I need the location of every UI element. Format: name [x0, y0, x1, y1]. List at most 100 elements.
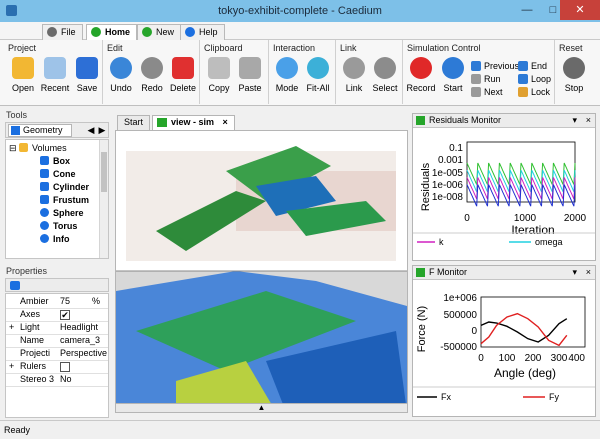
- paste-label: Paste: [238, 83, 262, 93]
- delete-button[interactable]: Delete: [168, 57, 198, 93]
- f-ylabel: Force (N): [416, 306, 428, 352]
- property-value: No: [60, 374, 72, 384]
- tab-help[interactable]: Help: [180, 24, 225, 40]
- copy-button[interactable]: Copy: [204, 57, 234, 93]
- group-project: Project Open Recent Save: [4, 40, 103, 104]
- property-value: Perspective: [60, 348, 108, 358]
- residuals-monitor-title: Residuals Monitor: [429, 115, 502, 125]
- delete-x-icon: [172, 57, 194, 79]
- rulers-checkbox[interactable]: [60, 362, 70, 372]
- recent-button[interactable]: Recent: [40, 57, 70, 93]
- redo-button[interactable]: Redo: [137, 57, 167, 93]
- volumes-label: Volumes: [32, 143, 67, 153]
- zoom-fit-icon: [307, 57, 329, 79]
- tree-item-frustum[interactable]: Frustum: [40, 195, 89, 205]
- tab-file[interactable]: File: [42, 24, 83, 40]
- dropdown-icon[interactable]: ▾: [572, 114, 577, 127]
- lock-button[interactable]: Lock: [518, 86, 550, 98]
- residuals-xtick: 0: [464, 213, 470, 224]
- help-icon: [185, 27, 195, 37]
- property-row[interactable]: + Light Headlight: [6, 322, 108, 335]
- minimize-button[interactable]: —: [514, 0, 540, 20]
- close-button[interactable]: ✕: [560, 0, 600, 20]
- axes-checkbox[interactable]: ✔: [60, 310, 70, 320]
- residuals-ytick: 1e-005: [432, 168, 464, 179]
- tab-close-icon[interactable]: ×: [223, 117, 228, 127]
- residuals-ytick: 1e-006: [432, 180, 464, 191]
- file-icon: [47, 27, 57, 37]
- frustum-icon: [40, 195, 49, 204]
- run-label: Run: [484, 74, 501, 84]
- viewport-expand-handle[interactable]: ▲: [115, 403, 408, 413]
- group-reset-title: Reset: [559, 43, 583, 53]
- group-simulation-control: Simulation Control Record Start Previous…: [403, 40, 555, 104]
- previous-button[interactable]: Previous: [471, 60, 519, 72]
- dropdown-icon[interactable]: ▾: [572, 266, 577, 279]
- stop-label: Stop: [564, 83, 584, 93]
- save-button[interactable]: Save: [72, 57, 102, 93]
- f-monitor-header: F Monitor ▾ ×: [413, 266, 595, 280]
- property-row[interactable]: Ambier 75%: [6, 296, 108, 309]
- loop-button[interactable]: Loop: [518, 73, 551, 85]
- group-interaction: Interaction Mode Fit-All: [269, 40, 336, 104]
- tree-item-box[interactable]: Box: [40, 156, 70, 166]
- property-row[interactable]: + Rulers: [6, 361, 108, 374]
- paste-icon: [239, 57, 261, 79]
- viewport-3d[interactable]: [115, 130, 408, 413]
- tab-start[interactable]: Start: [117, 115, 151, 130]
- ribbon: Project Open Recent Save Edit Undo Redo …: [0, 40, 600, 106]
- lock-icon: [518, 87, 528, 97]
- expand-icon[interactable]: +: [9, 361, 14, 371]
- mode-button[interactable]: Mode: [272, 57, 302, 93]
- property-row[interactable]: Name camera_3: [6, 335, 108, 348]
- stop-button[interactable]: Stop: [559, 57, 589, 93]
- property-value: camera_3: [60, 335, 101, 345]
- fit-all-button[interactable]: Fit-All: [303, 57, 333, 93]
- box-icon: [40, 156, 49, 165]
- record-button[interactable]: Record: [406, 57, 436, 93]
- tree-item-cylinder[interactable]: Cylinder: [40, 182, 89, 192]
- property-row[interactable]: Projecti Perspective: [6, 348, 108, 361]
- tree-item-info[interactable]: Info: [40, 234, 70, 244]
- open-button[interactable]: Open: [8, 57, 38, 93]
- paste-button[interactable]: Paste: [235, 57, 265, 93]
- camera-icon[interactable]: [10, 281, 20, 290]
- link-button[interactable]: Link: [339, 57, 369, 93]
- link-label: Link: [345, 83, 363, 93]
- f-xtick: 400: [568, 353, 585, 364]
- tab-geometry[interactable]: Geometry: [8, 124, 72, 137]
- tree-item-sphere[interactable]: Sphere: [40, 208, 84, 218]
- panel-close-icon[interactable]: ×: [586, 266, 591, 279]
- info-label: Info: [53, 234, 70, 244]
- scroll-right-button[interactable]: ▶: [97, 124, 107, 137]
- calendar-icon: [44, 57, 66, 79]
- select-button[interactable]: Select: [370, 57, 400, 93]
- tab-geometry-label: Geometry: [23, 125, 63, 135]
- property-row[interactable]: Stereo 3 No: [6, 374, 108, 387]
- tree-item-cone[interactable]: Cone: [40, 169, 76, 179]
- undo-button[interactable]: Undo: [106, 57, 136, 93]
- undo-icon: [110, 57, 132, 79]
- redo-label: Redo: [141, 83, 163, 93]
- tab-home[interactable]: Home: [86, 24, 138, 40]
- run-button[interactable]: Run: [471, 73, 501, 85]
- scene-render: [116, 131, 407, 412]
- tab-view-sim[interactable]: view - sim ×: [152, 115, 235, 130]
- property-unit: %: [92, 296, 101, 306]
- scroll-left-button[interactable]: ◀: [86, 124, 96, 137]
- tab-new[interactable]: New: [137, 24, 182, 40]
- next-button[interactable]: Next: [471, 86, 503, 98]
- property-row[interactable]: Axes ✔: [6, 309, 108, 322]
- expand-icon[interactable]: +: [9, 322, 14, 332]
- tree-scrollbar[interactable]: [99, 140, 108, 258]
- panel-close-icon[interactable]: ×: [586, 114, 591, 127]
- residuals-monitor-header: Residuals Monitor ▾ ×: [413, 114, 595, 128]
- end-button[interactable]: End: [518, 60, 547, 72]
- residuals-xtick: 1000: [514, 213, 537, 224]
- group-simulation-title: Simulation Control: [407, 43, 481, 53]
- tree-scrollbar-thumb[interactable]: [101, 152, 107, 192]
- tree-item-torus[interactable]: Torus: [40, 221, 77, 231]
- start-button[interactable]: Start: [438, 57, 468, 93]
- tree-node-volumes[interactable]: ⊟ Volumes: [9, 143, 67, 154]
- property-key: Axes: [20, 309, 41, 319]
